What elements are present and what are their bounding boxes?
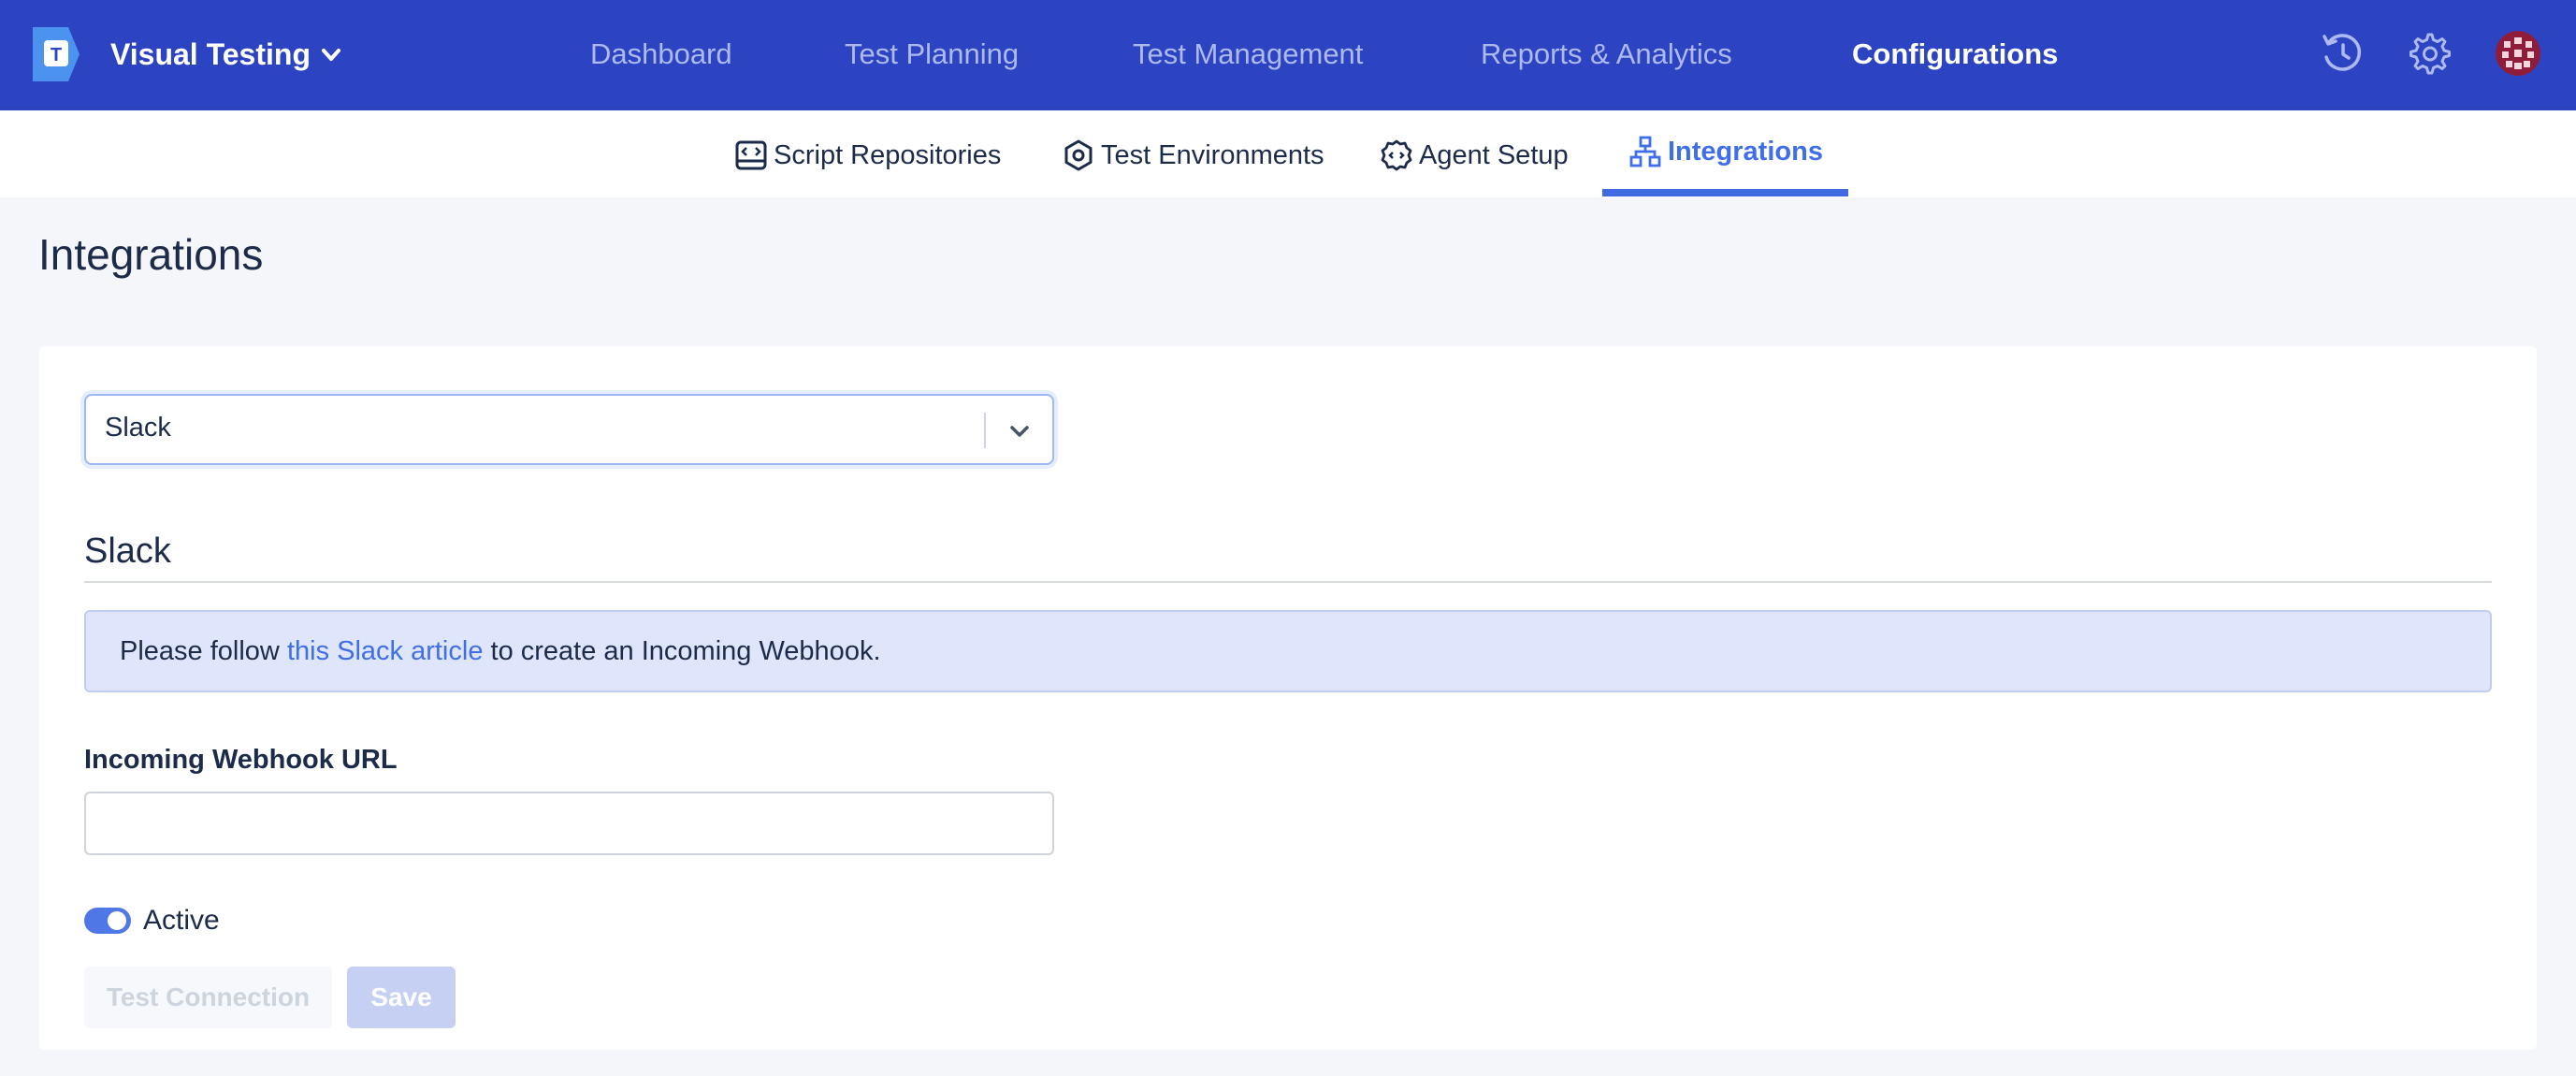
info-suffix: to create an Incoming Webhook. [483, 636, 881, 666]
chevron-down-icon[interactable] [316, 41, 346, 69]
nav-dashboard[interactable]: Dashboard [590, 34, 732, 75]
nav-configurations[interactable]: Configurations [1852, 34, 2058, 75]
app-logo-icon[interactable]: T [33, 27, 91, 81]
nav-test-management[interactable]: Test Management [1133, 34, 1363, 75]
active-label: Active [143, 905, 220, 936]
select-separator [984, 413, 986, 448]
webhook-url-label: Incoming Webhook URL [84, 745, 398, 775]
section-title: Slack [84, 531, 171, 571]
active-tab-indicator [1602, 189, 1848, 196]
info-prefix: Please follow [120, 636, 287, 666]
tab-script-repositories[interactable]: Script Repositories [734, 135, 1001, 176]
app-title[interactable]: Visual Testing [110, 34, 311, 75]
integration-select-value: Slack [105, 413, 171, 443]
page-title: Integrations [38, 230, 264, 279]
tab-test-environments[interactable]: Test Environments [1062, 135, 1324, 176]
integration-select[interactable]: Slack [84, 394, 1054, 465]
nav-reports-analytics[interactable]: Reports & Analytics [1481, 34, 1732, 75]
toggle-knob [108, 911, 126, 930]
history-icon[interactable] [2318, 29, 2366, 78]
slack-article-link[interactable]: this Slack article [287, 636, 484, 666]
svg-text:T: T [51, 45, 62, 65]
info-text: Please follow this Slack article to crea… [120, 636, 881, 667]
gear-icon[interactable] [2404, 29, 2453, 78]
agent-gear-icon [1381, 139, 1412, 171]
section-divider [84, 581, 2492, 583]
save-button[interactable]: Save [347, 967, 456, 1028]
tab-label: Test Environments [1101, 139, 1324, 170]
info-alert: Please follow this Slack article to crea… [84, 610, 2492, 692]
avatar[interactable] [2494, 29, 2542, 78]
tab-integrations[interactable]: Integrations [1628, 131, 1823, 172]
webhook-url-input[interactable] [84, 792, 1054, 855]
hexagon-icon [1064, 139, 1093, 171]
active-toggle[interactable] [84, 908, 131, 934]
top-navbar: T Visual Testing Dashboard Test Planning… [0, 0, 2576, 110]
sub-navbar: Script Repositories Test Environments Ag… [0, 110, 2576, 197]
network-icon [1629, 136, 1661, 167]
chevron-down-icon[interactable] [1005, 416, 1035, 446]
nav-test-planning[interactable]: Test Planning [845, 34, 1019, 75]
code-window-icon [735, 140, 767, 170]
tab-label: Script Repositories [774, 139, 1002, 170]
tab-agent-setup[interactable]: Agent Setup [1380, 135, 1569, 176]
test-connection-button[interactable]: Test Connection [84, 967, 332, 1028]
tab-label: Agent Setup [1419, 139, 1569, 170]
tab-label: Integrations [1668, 136, 1823, 167]
